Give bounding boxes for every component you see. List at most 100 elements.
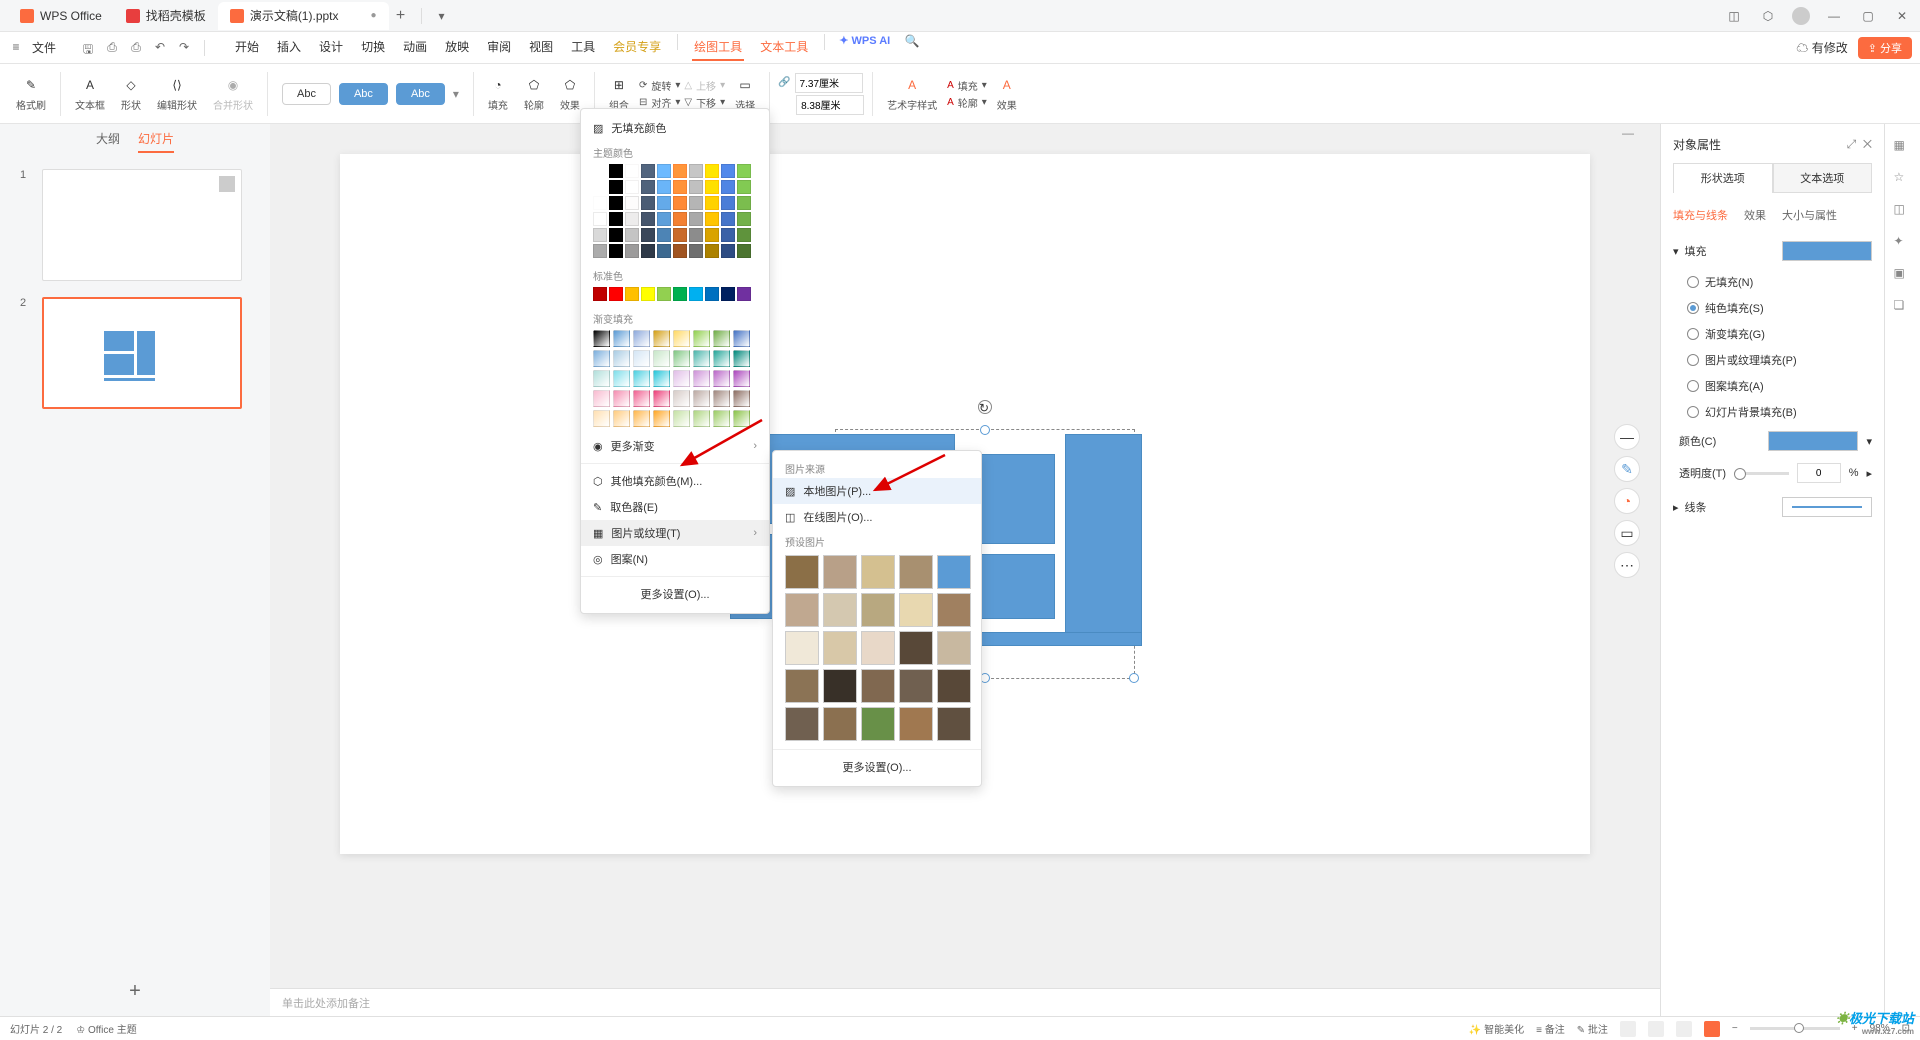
gradient-swatch[interactable] <box>593 370 610 387</box>
print-preview-icon[interactable]: ⎙ <box>128 40 144 56</box>
gradient-swatch[interactable] <box>733 350 750 367</box>
texture-swatch[interactable] <box>823 707 857 741</box>
texture-swatch[interactable] <box>861 669 895 703</box>
art-style-button[interactable]: A 艺术字样式 <box>881 75 943 112</box>
pattern-option[interactable]: ◎ 图案(N) <box>581 546 769 572</box>
undo-icon[interactable]: ↶ <box>152 40 168 56</box>
text-effect-button[interactable]: A 效果 <box>991 75 1023 112</box>
color-swatch[interactable] <box>625 212 639 226</box>
texture-swatch[interactable] <box>899 707 933 741</box>
texture-swatch[interactable] <box>823 593 857 627</box>
line-chip[interactable] <box>1782 497 1872 517</box>
menu-design[interactable]: 设计 <box>317 34 345 61</box>
color-swatch[interactable] <box>737 180 751 194</box>
menu-tools[interactable]: 工具 <box>569 34 597 61</box>
fill-color-chip[interactable] <box>1782 241 1872 261</box>
color-swatch[interactable] <box>641 212 655 226</box>
menu-review[interactable]: 审阅 <box>485 34 513 61</box>
size-prop-tab[interactable]: 大小与属性 <box>1782 207 1837 223</box>
search-icon[interactable]: 🔍 <box>904 34 920 50</box>
texture-swatch[interactable] <box>899 593 933 627</box>
texture-swatch[interactable] <box>823 631 857 665</box>
menu-transition[interactable]: 切换 <box>359 34 387 61</box>
texture-swatch[interactable] <box>937 593 971 627</box>
menu-member[interactable]: 会员专享 <box>611 34 663 61</box>
file-menu[interactable]: 文件 <box>32 39 56 56</box>
shape-rect[interactable] <box>965 632 1142 646</box>
texture-swatch[interactable] <box>785 593 819 627</box>
fill-section-header[interactable]: ▾ 填充 <box>1673 241 1872 261</box>
texture-swatch[interactable] <box>785 555 819 589</box>
lock-ratio-icon[interactable]: 🔗 <box>778 77 790 88</box>
color-swatch[interactable] <box>609 287 623 301</box>
slides-tab[interactable]: 幻灯片 <box>138 130 174 153</box>
color-swatch[interactable] <box>705 164 719 178</box>
color-swatch[interactable] <box>673 228 687 242</box>
color-swatch[interactable] <box>657 164 671 178</box>
gradient-swatch[interactable] <box>613 410 630 427</box>
gradient-swatch[interactable] <box>693 330 710 347</box>
color-swatch[interactable] <box>593 164 607 178</box>
resize-handle[interactable] <box>980 425 990 435</box>
color-swatch[interactable] <box>705 180 719 194</box>
redo-icon[interactable]: ↷ <box>176 40 192 56</box>
color-swatch[interactable] <box>641 244 655 258</box>
float-pencil-icon[interactable]: ✎ <box>1614 456 1640 482</box>
more-gradient-option[interactable]: ◉ 更多渐变› <box>581 433 769 459</box>
gradient-swatch[interactable] <box>713 410 730 427</box>
gradient-swatch[interactable] <box>653 330 670 347</box>
dropdown-icon[interactable]: ▾ <box>1866 435 1872 448</box>
color-swatch[interactable] <box>657 287 671 301</box>
radio-gradient-fill[interactable]: 渐变填充(G) <box>1673 321 1872 347</box>
gradient-swatch[interactable] <box>693 410 710 427</box>
color-swatch[interactable] <box>689 244 703 258</box>
other-fill-color-option[interactable]: ⬡ 其他填充颜色(M)... <box>581 468 769 494</box>
side-image-icon[interactable]: ▣ <box>1894 266 1912 284</box>
shape-rect[interactable] <box>1065 434 1142 634</box>
color-swatch[interactable] <box>721 228 735 242</box>
gradient-swatch[interactable] <box>673 350 690 367</box>
texture-swatch[interactable] <box>937 631 971 665</box>
float-minus-icon[interactable]: — <box>1614 424 1640 450</box>
color-swatch[interactable] <box>609 244 623 258</box>
color-swatch[interactable] <box>609 196 623 210</box>
color-swatch[interactable] <box>673 196 687 210</box>
style-more[interactable]: ▾ <box>453 87 459 101</box>
color-swatch[interactable] <box>673 212 687 226</box>
effect-tab[interactable]: 效果 <box>1744 207 1766 223</box>
gradient-swatch[interactable] <box>733 370 750 387</box>
color-swatch[interactable] <box>641 228 655 242</box>
gradient-swatch[interactable] <box>593 350 610 367</box>
pending-changes[interactable]: ☁ 有修改 <box>1796 39 1847 56</box>
view-reading-icon[interactable] <box>1676 1021 1692 1037</box>
outline-tab[interactable]: 大纲 <box>96 130 120 153</box>
color-swatch[interactable] <box>689 212 703 226</box>
color-swatch[interactable] <box>593 212 607 226</box>
style-preset-1[interactable]: Abc <box>282 83 331 105</box>
texture-swatch[interactable] <box>937 555 971 589</box>
color-swatch[interactable] <box>609 212 623 226</box>
gradient-swatch[interactable] <box>733 390 750 407</box>
color-picker[interactable] <box>1768 431 1858 451</box>
zoom-slider[interactable] <box>1750 1027 1840 1030</box>
close-icon[interactable]: ● <box>371 10 377 21</box>
shape-button[interactable]: ◇ 形状 <box>115 75 147 112</box>
maximize-icon[interactable]: ▢ <box>1858 9 1878 23</box>
edit-shape-button[interactable]: ⟨⟩ 编辑形状 <box>151 75 203 112</box>
close-window-icon[interactable]: ✕ <box>1892 9 1912 23</box>
menu-animation[interactable]: 动画 <box>401 34 429 61</box>
color-swatch[interactable] <box>689 287 703 301</box>
zoom-out-icon[interactable]: − <box>1732 1023 1738 1034</box>
wps-ai-button[interactable]: ✦ WPS AI <box>839 34 890 61</box>
color-swatch[interactable] <box>657 244 671 258</box>
gradient-swatch[interactable] <box>693 390 710 407</box>
menu-text-tools[interactable]: 文本工具 <box>758 34 810 61</box>
color-swatch[interactable] <box>641 287 655 301</box>
fill-line-tab[interactable]: 填充与线条 <box>1673 207 1728 223</box>
gradient-swatch[interactable] <box>693 350 710 367</box>
color-swatch[interactable] <box>593 287 607 301</box>
local-image-option[interactable]: ▨ 本地图片(P)... <box>773 478 981 504</box>
texture-swatch[interactable] <box>861 555 895 589</box>
color-swatch[interactable] <box>705 228 719 242</box>
line-section-header[interactable]: ▸ 线条 <box>1673 497 1872 517</box>
